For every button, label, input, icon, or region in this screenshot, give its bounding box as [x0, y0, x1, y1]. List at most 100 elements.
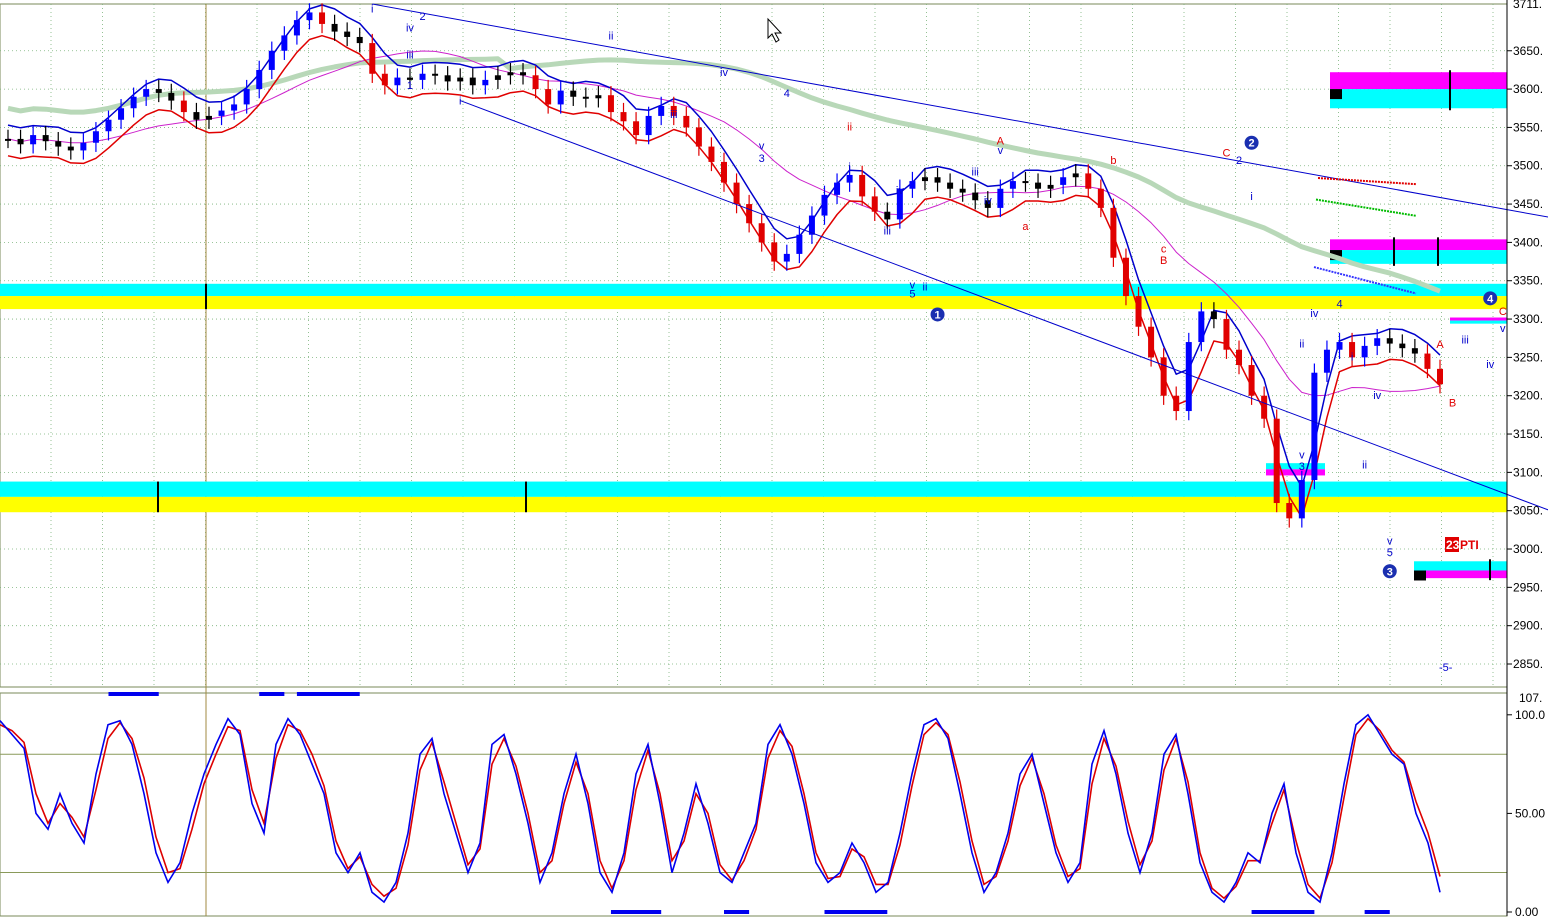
projection-zone-anchor	[1414, 570, 1426, 581]
wave-label: 5	[909, 289, 915, 301]
price-bar-body	[256, 69, 263, 90]
price-bar-body	[218, 110, 225, 116]
wave-label: C	[1222, 148, 1230, 160]
y-tick-label: 3600.	[1513, 82, 1543, 96]
price-bar-body	[1323, 349, 1330, 373]
y-tick-label: 3450.	[1513, 197, 1543, 211]
y-tick-label: 3200.	[1513, 389, 1543, 403]
price-bar-body	[620, 112, 627, 122]
price-bar-body	[695, 127, 702, 147]
price-bar-body	[507, 72, 514, 76]
y-tick-label: 3550.	[1513, 120, 1543, 134]
wave-label: iv	[1486, 359, 1494, 371]
wave-label: iv	[406, 23, 414, 35]
price-bar-body	[771, 242, 778, 262]
wave-label: i	[1250, 191, 1252, 203]
price-bar-body	[884, 211, 891, 220]
price-bar-body	[180, 100, 187, 113]
wave-label: iii	[670, 109, 677, 121]
wave-marker-label: 4	[1487, 293, 1494, 305]
price-bar-body	[947, 182, 954, 189]
price-bar-body	[708, 146, 715, 162]
wave-label: ii	[1362, 460, 1367, 472]
y-tick-label: 2900.	[1513, 619, 1543, 633]
wave-label: 2	[419, 11, 425, 23]
price-bar-body	[959, 188, 966, 193]
price-bar-body	[67, 146, 74, 151]
price-bar-body	[356, 36, 363, 44]
price-bar-body	[143, 89, 150, 97]
price-bar-body	[1273, 418, 1280, 504]
wave-label: 3	[759, 153, 765, 165]
wave-label: iv	[984, 195, 992, 207]
price-bar-body	[758, 223, 765, 243]
oscillator-highlight-top	[296, 692, 360, 696]
projection-zone-lower	[1414, 570, 1507, 579]
price-bar-body	[607, 95, 614, 113]
wave-label: v	[998, 145, 1004, 157]
projection-zone-lower	[1330, 89, 1507, 109]
price-bar-body	[1173, 395, 1180, 412]
price-bar-body	[557, 90, 564, 105]
price-bar-body	[419, 73, 426, 80]
price-bar-body	[1210, 311, 1217, 320]
price-bar-body	[733, 182, 740, 205]
price-bar-body	[193, 112, 200, 120]
price-bar-body	[1286, 503, 1293, 519]
price-bar-body	[1009, 181, 1016, 189]
pti-text: PTI	[1460, 538, 1479, 552]
wave-label: v	[759, 141, 765, 153]
oscillator-highlight-bottom	[1251, 910, 1315, 914]
wave-label: iv	[720, 67, 728, 79]
price-bar-body	[997, 188, 1004, 208]
price-bar-body	[1148, 326, 1155, 358]
price-bar-body	[55, 141, 62, 147]
price-bar-body	[1336, 342, 1343, 350]
price-bar-body	[859, 174, 866, 197]
price-bar-body	[1160, 357, 1167, 396]
wave-label: ii	[609, 30, 614, 42]
wave-label: iv	[896, 185, 904, 197]
projection-zone-upper	[1414, 561, 1507, 571]
price-bar-body	[783, 253, 790, 262]
price-bar-body	[268, 50, 275, 70]
price-bar-body	[595, 95, 602, 99]
price-bar-body	[1110, 207, 1117, 258]
oscillator-tick-label: 0.00	[1515, 905, 1539, 918]
wave-label: C	[1499, 306, 1507, 318]
y-tick-label: 3250.	[1513, 350, 1543, 364]
pti-label: 23 PTI	[1445, 537, 1479, 552]
wave-label: a	[1022, 221, 1029, 233]
price-bar-body	[871, 196, 878, 212]
price-bar-body	[1097, 188, 1104, 208]
wave-label: 2	[1236, 155, 1242, 167]
price-bar-body	[1085, 173, 1092, 189]
price-bar-body	[1248, 365, 1255, 396]
price-bar-body	[1185, 342, 1192, 412]
price-bar-body	[432, 73, 439, 76]
projection-zone-lower	[1450, 320, 1507, 324]
price-bar-body	[293, 20, 300, 36]
wave-label: b	[1110, 155, 1116, 167]
wave-label: 4	[784, 88, 790, 100]
wave-label: iii	[406, 49, 413, 61]
projection-zone-upper	[1330, 239, 1507, 251]
y-tick-label: 3000.	[1513, 542, 1543, 556]
corner-label: -5-	[1439, 662, 1453, 674]
price-bar-body	[570, 90, 577, 97]
price-bar-body	[645, 115, 652, 136]
price-bar-body	[1060, 177, 1067, 185]
price-bar-body	[369, 43, 376, 74]
price-bar-body	[168, 92, 175, 101]
price-bar-body	[205, 115, 212, 120]
oscillator-highlight-bottom	[724, 910, 750, 914]
projection-zone-upper	[1330, 72, 1507, 90]
price-bar-body	[532, 75, 539, 90]
price-bar-body	[934, 177, 941, 183]
price-chart: i2iviii1iiiiv4iiiv3iiiiviiiv5iiAviiiivab…	[0, 0, 1548, 918]
price-bar-body	[1022, 181, 1029, 184]
price-bar-body	[118, 108, 125, 120]
support-zone-upper	[0, 481, 1507, 497]
oscillator-top-tick-label: 107.	[1519, 691, 1542, 705]
price-bar-body	[80, 142, 87, 151]
